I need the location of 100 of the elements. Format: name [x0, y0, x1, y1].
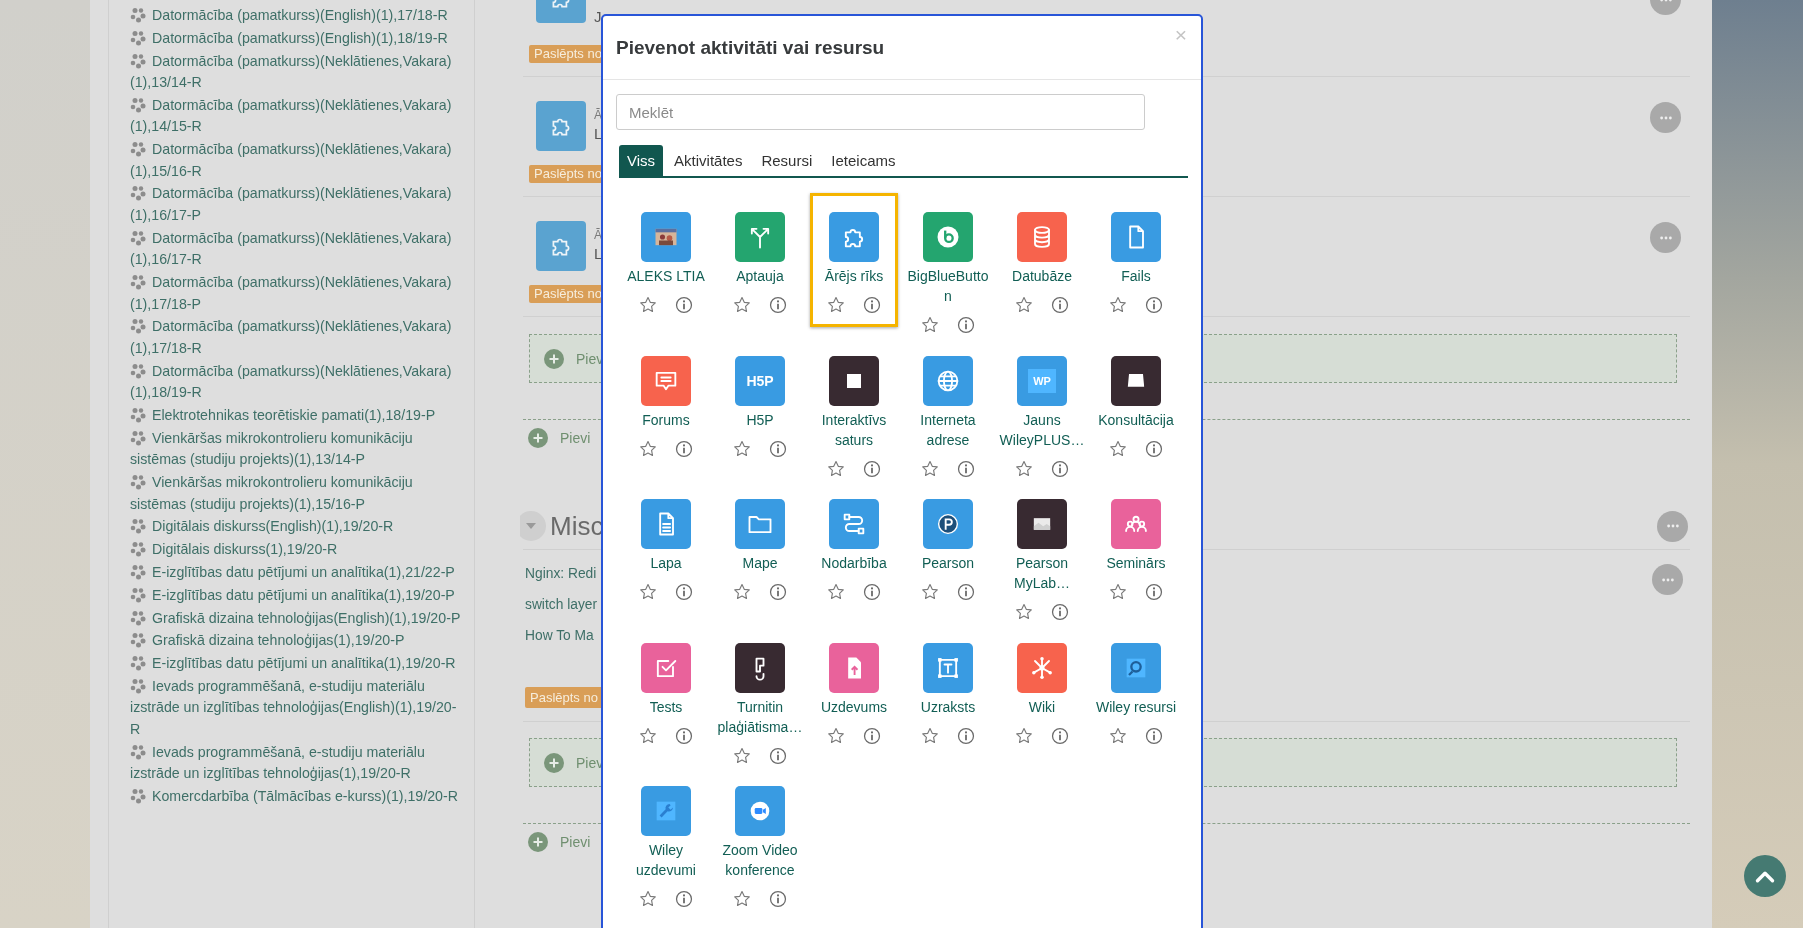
- activity-name[interactable]: Ārējs rīks: [811, 266, 897, 286]
- activity-name[interactable]: Turnitin plaģiātisma…: [717, 696, 803, 737]
- tab[interactable]: Resursi: [753, 145, 821, 176]
- info-button[interactable]: [1050, 458, 1070, 479]
- activity-title[interactable]: L: [594, 244, 603, 264]
- search-field[interactable]: Meklēt: [616, 94, 1145, 130]
- activity-option[interactable]: Seminārs: [1092, 480, 1180, 614]
- activity-title[interactable]: L: [594, 124, 603, 144]
- info-button[interactable]: [768, 582, 788, 602]
- activity-name[interactable]: Wiki: [999, 696, 1085, 717]
- star-button[interactable]: [920, 458, 940, 479]
- course-link[interactable]: Grafiskā dizaina tehnoloģijas(1),19/20-P: [130, 630, 464, 652]
- course-link[interactable]: Vienkāršas mikrokontrolieru komunikāciju sistēmas (studiju projekts)(1),15/16-P: [130, 472, 464, 516]
- star-button[interactable]: [1014, 295, 1034, 315]
- star-button[interactable]: [826, 458, 846, 479]
- link-text[interactable]: How To Ma: [525, 620, 598, 651]
- info-button[interactable]: [862, 458, 882, 479]
- activity-name[interactable]: Fails: [1093, 266, 1179, 286]
- tab[interactable]: Ieteicams: [823, 145, 904, 176]
- activity-option[interactable]: Ārējs rīks: [810, 193, 898, 327]
- activity-name[interactable]: Datubāze: [999, 266, 1085, 286]
- course-link[interactable]: Datormācība (pamatkurss)(Neklātienes,Vakara)(1),17/18-P: [130, 272, 464, 316]
- info-button[interactable]: [768, 295, 788, 315]
- star-button[interactable]: [1108, 582, 1128, 602]
- info-button[interactable]: [674, 438, 694, 459]
- course-link[interactable]: Digitālais diskurss(1),19/20-R: [130, 539, 464, 561]
- info-button[interactable]: [956, 582, 976, 602]
- info-button[interactable]: [674, 889, 694, 909]
- activity-option[interactable]: ALEKS LTIA: [622, 193, 710, 327]
- star-button[interactable]: [920, 582, 940, 602]
- star-button[interactable]: [1014, 725, 1034, 746]
- activity-name[interactable]: Pearson MyLab…: [999, 553, 1085, 593]
- activity-option[interactable]: Tests: [622, 623, 710, 758]
- link-text[interactable]: Nginx: Redi: [525, 558, 598, 589]
- star-button[interactable]: [1108, 295, 1128, 315]
- star-button[interactable]: [826, 295, 846, 315]
- course-link[interactable]: Ievads programmēšanā, e-studiju materiālu izstrāde un izglītības tehnoloģijas(1),19/20-R: [130, 741, 464, 785]
- activity-name[interactable]: Lapa: [623, 553, 709, 573]
- activity-name[interactable]: Interaktīvs saturs: [811, 409, 897, 450]
- course-link[interactable]: Datormācība (pamatkurss)(Neklātienes,Vakara)(1),16/17-R: [130, 227, 464, 271]
- activity-name[interactable]: Forums: [623, 409, 709, 430]
- info-button[interactable]: [1050, 602, 1070, 622]
- activity-option[interactable]: Lapa: [622, 480, 710, 614]
- info-button[interactable]: [862, 582, 882, 602]
- activity-option[interactable]: Wiley resursi: [1092, 623, 1180, 758]
- info-button[interactable]: [674, 295, 694, 315]
- course-link[interactable]: Datormācība (pamatkurss)(Neklātienes,Vakara)(1),15/16-R: [130, 139, 464, 183]
- info-button[interactable]: [862, 295, 882, 315]
- star-button[interactable]: [638, 725, 658, 746]
- course-link[interactable]: Komercdarbība (Tālmācības e-kurss)(1),19/20-R: [130, 786, 464, 808]
- course-link[interactable]: E-izglītības datu pētījumi un analītika(1),19/20-P: [130, 584, 464, 607]
- star-button[interactable]: [732, 438, 752, 459]
- info-button[interactable]: [768, 745, 788, 766]
- tab[interactable]: Aktivitātes: [666, 145, 751, 176]
- link-text[interactable]: switch layer: [525, 589, 598, 620]
- star-button[interactable]: [732, 745, 752, 766]
- activity-name[interactable]: Aptauja: [717, 266, 803, 286]
- info-button[interactable]: [956, 725, 976, 746]
- course-link[interactable]: Datormācība (pamatkurss)(Neklātienes,Vakara)(1),18/19-R: [130, 360, 464, 404]
- star-button[interactable]: [732, 582, 752, 602]
- course-link[interactable]: Datormācība (pamatkurss)(Neklātienes,Vakara)(1),13/14-R: [130, 50, 464, 94]
- activity-option[interactable]: Uzdevums: [810, 623, 898, 758]
- star-button[interactable]: [732, 889, 752, 909]
- activity-title[interactable]: J: [594, 7, 602, 27]
- course-link[interactable]: Datormācība (pamatkurss)(English)(1),18/19-R: [130, 27, 464, 50]
- course-link[interactable]: Elektrotehnikas teorētiskie pamati(1),18/19-P: [130, 404, 464, 427]
- course-link[interactable]: Datormācība (pamatkurss)(Neklātienes,Vakara)(1),17/18-R: [130, 316, 464, 360]
- star-button[interactable]: [1014, 458, 1034, 479]
- activity-name[interactable]: Seminārs: [1093, 553, 1179, 573]
- activity-name[interactable]: Tests: [623, 696, 709, 717]
- star-button[interactable]: [638, 889, 658, 909]
- activity-option[interactable]: Konsultācija: [1092, 336, 1180, 471]
- activity-name[interactable]: Wiley uzdevumi: [623, 840, 709, 880]
- info-button[interactable]: [956, 315, 976, 335]
- tab[interactable]: Viss: [619, 145, 664, 176]
- star-button[interactable]: [920, 315, 940, 335]
- star-button[interactable]: [826, 725, 846, 746]
- activity-name[interactable]: H5P: [717, 409, 803, 430]
- course-link[interactable]: Ievads programmēšanā, e-studiju materiālu izstrāde un izglītības tehnoloģijas(English)(1),19/20-R: [130, 675, 464, 741]
- star-button[interactable]: [732, 295, 752, 315]
- star-button[interactable]: [826, 582, 846, 602]
- star-button[interactable]: [1108, 725, 1128, 746]
- activity-name[interactable]: Wiley resursi: [1093, 696, 1179, 717]
- activity-name[interactable]: Interneta adrese: [905, 409, 991, 450]
- course-link[interactable]: E-izglītības datu pētījumi un analītika(1),21/22-P: [130, 561, 464, 584]
- course-link[interactable]: Digitālais diskurss(English)(1),19/20-R: [130, 516, 464, 538]
- activity-name[interactable]: Mape: [717, 553, 803, 573]
- course-link[interactable]: E-izglītības datu pētījumi un analītika(1),19/20-R: [130, 653, 464, 675]
- info-button[interactable]: [768, 438, 788, 459]
- activity-name[interactable]: Zoom Video konference: [717, 840, 803, 880]
- activity-name[interactable]: ALEKS LTIA: [623, 266, 709, 286]
- info-button[interactable]: [1144, 582, 1164, 602]
- activity-name[interactable]: Konsultācija: [1093, 409, 1179, 430]
- info-button[interactable]: [1144, 295, 1164, 315]
- course-link[interactable]: Datormācība (pamatkurss)(Neklātienes,Vakara)(1),16/17-P: [130, 183, 464, 227]
- activity-name[interactable]: Nodarbība: [811, 553, 897, 573]
- activity-option[interactable]: Aptauja: [716, 193, 804, 327]
- star-button[interactable]: [638, 438, 658, 459]
- activity-option[interactable]: Datubāze: [998, 193, 1086, 327]
- activity-name[interactable]: BigBlueButton: [905, 266, 991, 306]
